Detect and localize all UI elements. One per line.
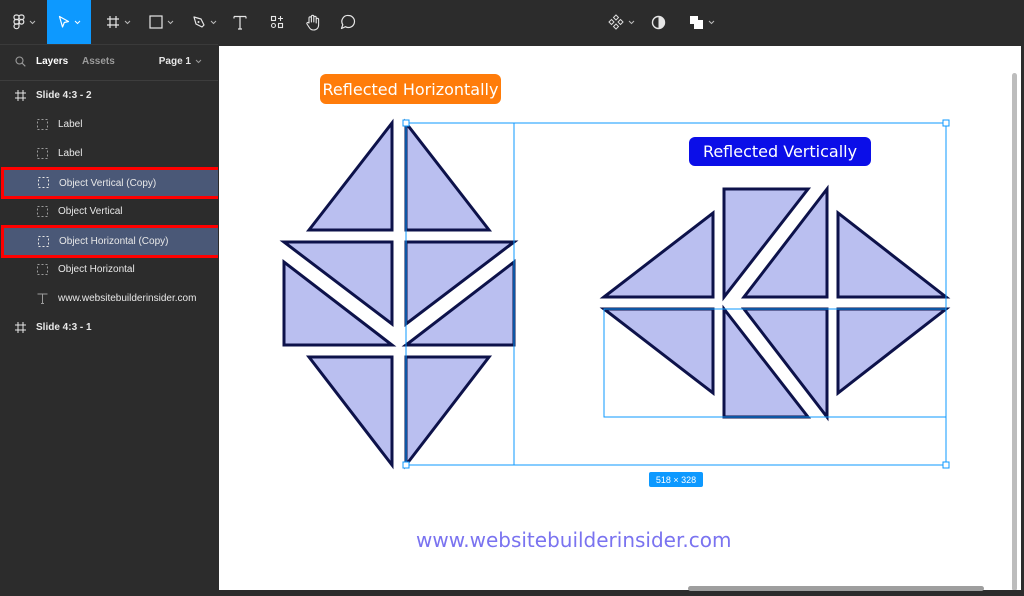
- layer-item[interactable]: Object Vertical: [0, 197, 218, 226]
- chevron-down-icon: [195, 59, 202, 64]
- group-icon: [37, 148, 48, 159]
- hand-tool-button[interactable]: [302, 0, 324, 44]
- vertical-scrollbar[interactable]: [1012, 73, 1017, 591]
- layer-label: Label: [58, 148, 83, 159]
- layer-item[interactable]: Object Horizontal: [0, 255, 218, 284]
- move-tool-button[interactable]: [47, 0, 91, 44]
- hand-icon: [306, 14, 320, 31]
- layer-label: Slide 4:3 - 2: [36, 90, 92, 101]
- page-selector-label: Page 1: [158, 56, 191, 67]
- layer-label: Object Vertical (Copy): [59, 177, 157, 189]
- layer-label: Object Horizontal: [58, 264, 135, 275]
- chevron-down-icon: [167, 20, 173, 24]
- text-tool-button[interactable]: [229, 0, 251, 44]
- frame-icon: [106, 16, 119, 28]
- component-tool-button[interactable]: [605, 0, 637, 44]
- chevron-down-icon: [628, 20, 634, 24]
- group-icon: [38, 177, 49, 188]
- mask-tool-button[interactable]: [648, 0, 668, 44]
- footer-url-text[interactable]: www.websitebuilderinsider.com: [416, 528, 731, 552]
- layer-item-selected[interactable]: Object Horizontal (Copy): [1, 225, 221, 258]
- page-selector[interactable]: Page 1: [159, 56, 202, 67]
- chevron-down-icon: [29, 20, 35, 24]
- frame-icon: [15, 90, 26, 101]
- contrast-icon: [651, 15, 665, 29]
- tab-layers[interactable]: Layers: [36, 56, 68, 67]
- group-icon: [37, 206, 48, 217]
- pen-tool-button[interactable]: [186, 0, 222, 44]
- boolean-union-icon: [690, 15, 703, 29]
- main-menu-button[interactable]: [4, 0, 44, 44]
- toolbar: [0, 0, 1024, 44]
- label-reflected-horizontally[interactable]: Reflected Horizontally: [320, 74, 501, 104]
- layer-item-selected[interactable]: Object Vertical (Copy): [1, 167, 221, 199]
- label-reflected-vertically[interactable]: Reflected Vertically: [689, 137, 871, 166]
- resources-tool-button[interactable]: [266, 0, 288, 44]
- comment-tool-button[interactable]: [337, 0, 359, 44]
- comment-icon: [340, 14, 356, 30]
- canvas[interactable]: [218, 44, 1024, 596]
- frame-tool-button[interactable]: [100, 0, 136, 44]
- layer-item[interactable]: www.websitebuilderinsider.com: [0, 284, 218, 313]
- figma-logo-icon: [12, 14, 25, 30]
- shape-tool-button[interactable]: [143, 0, 179, 44]
- text-icon: [233, 15, 247, 30]
- text-layer-icon: [37, 293, 48, 304]
- slide-frame[interactable]: [219, 46, 1021, 590]
- layer-item[interactable]: Label: [0, 110, 218, 139]
- boolean-tool-button[interactable]: [686, 0, 718, 44]
- rectangle-icon: [148, 15, 163, 29]
- selection-size-badge: 518 × 328: [649, 472, 703, 487]
- cursor-icon: [58, 15, 69, 28]
- layer-label: www.websitebuilderinsider.com: [58, 293, 197, 304]
- horizontal-scrollbar[interactable]: [688, 586, 984, 591]
- layer-label: Object Horizontal (Copy): [59, 236, 169, 247]
- layer-label: Label: [58, 119, 83, 130]
- layer-item[interactable]: Slide 4:3 - 1: [0, 313, 218, 342]
- panel-header: Layers Assets Page 1: [0, 45, 218, 81]
- chevron-down-icon: [74, 20, 80, 24]
- chevron-down-icon: [210, 20, 216, 24]
- layer-item[interactable]: Label: [0, 139, 218, 168]
- layers-panel: Layers Assets Page 1 Slide 4:3 - 2 Label…: [0, 44, 221, 596]
- group-icon: [37, 264, 48, 275]
- chevron-down-icon: [124, 20, 130, 24]
- chevron-down-icon: [708, 20, 715, 24]
- group-icon: [37, 119, 48, 130]
- component-icon: [607, 14, 624, 30]
- frame-icon: [15, 322, 26, 333]
- search-icon[interactable]: [15, 56, 26, 67]
- group-icon: [38, 236, 49, 247]
- components-icon: [270, 15, 284, 29]
- pen-icon: [192, 16, 205, 28]
- layer-item[interactable]: Slide 4:3 - 2: [0, 81, 218, 110]
- layer-label: Slide 4:3 - 1: [36, 322, 92, 333]
- tab-assets[interactable]: Assets: [82, 56, 115, 67]
- layer-label: Object Vertical: [58, 206, 123, 217]
